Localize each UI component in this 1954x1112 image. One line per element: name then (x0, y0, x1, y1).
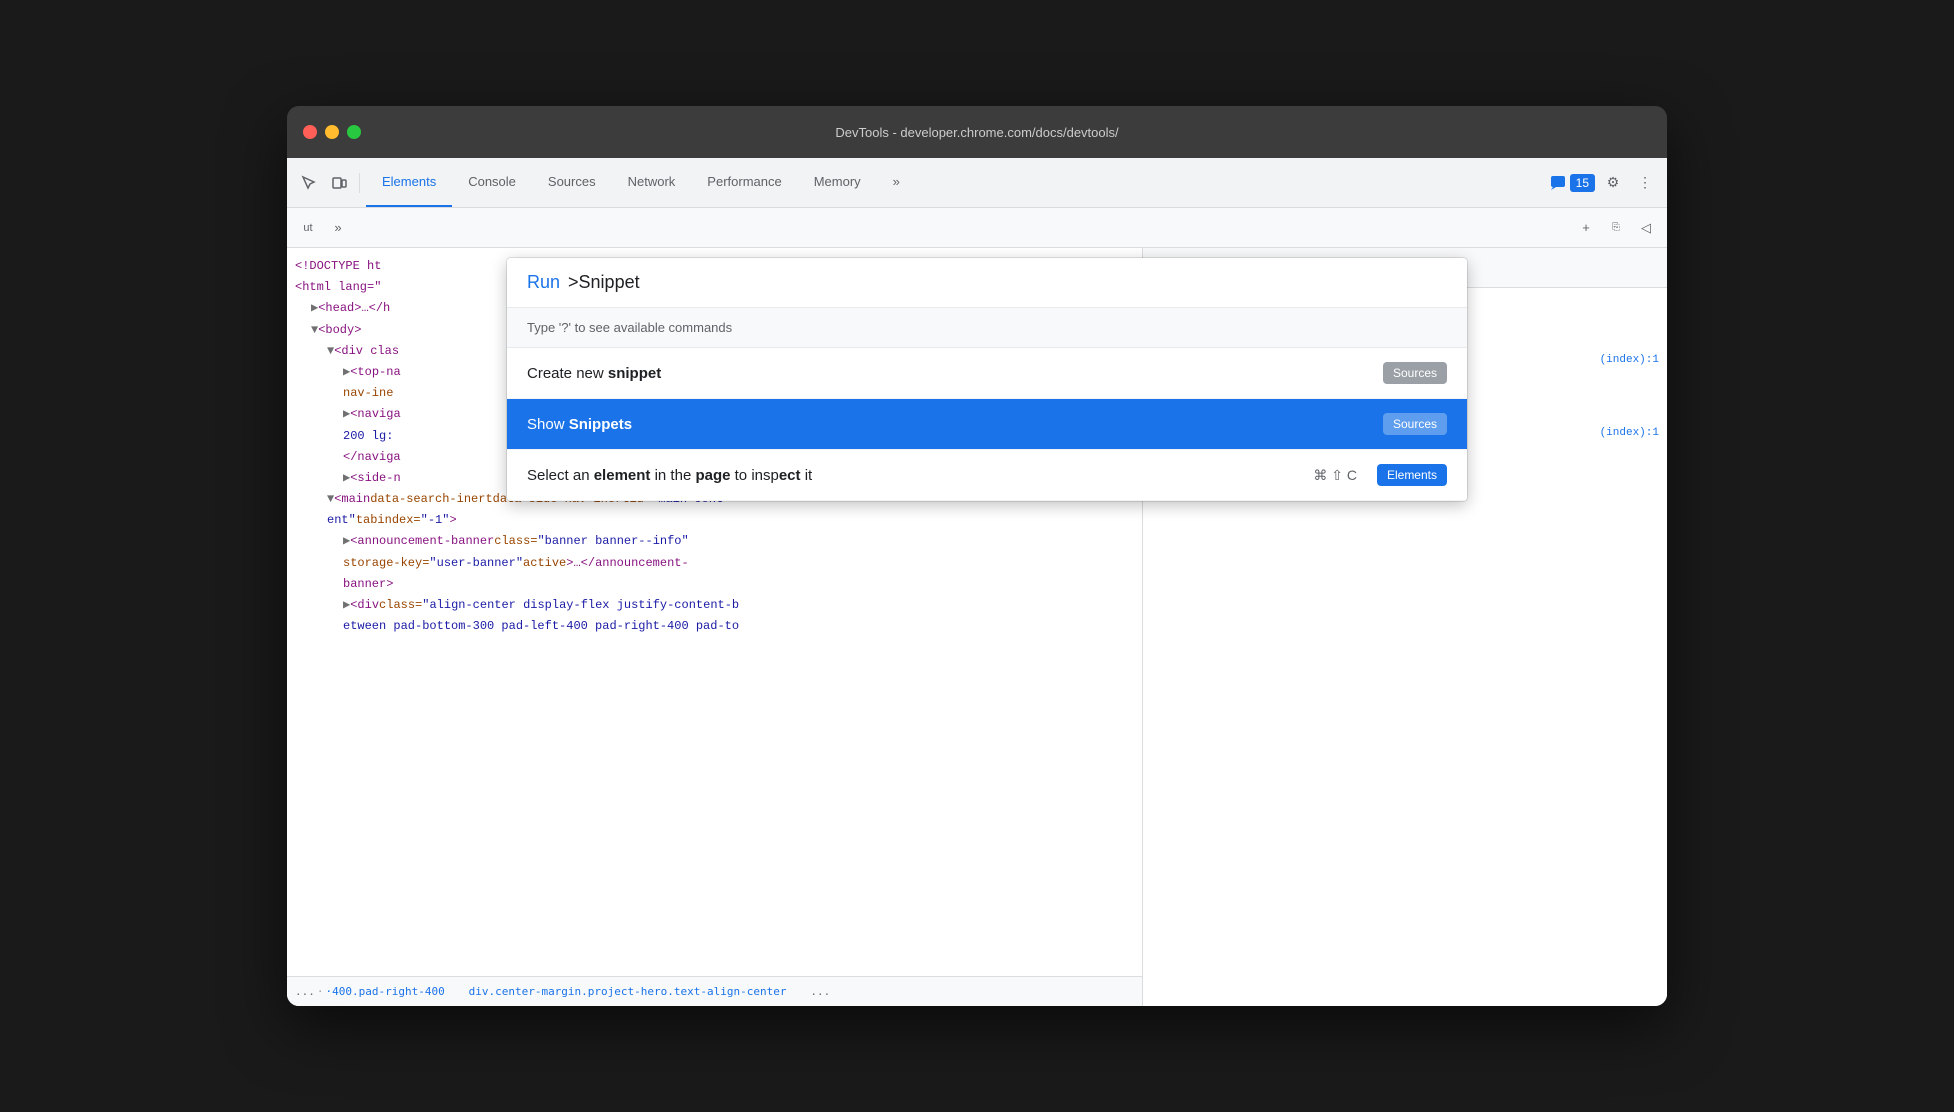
arrow-right-icon-3[interactable]: ▶ (343, 405, 350, 424)
minimize-button[interactable] (325, 125, 339, 139)
command-result-text-3: Select an element in the page to inspect… (527, 467, 812, 484)
main-toolbar: Elements Console Sources Network Perform… (287, 158, 1667, 208)
command-result-select-element[interactable]: Select an element in the page to inspect… (507, 450, 1467, 501)
more-menu-button[interactable]: ⋮ (1631, 169, 1659, 197)
tab-more[interactable]: » (877, 158, 916, 207)
traffic-lights (303, 125, 361, 139)
toolbar-right: 15 ⚙ ⋮ (1550, 169, 1659, 197)
chevron-right-button[interactable]: » (325, 215, 351, 241)
command-result-text-1: Create new snippet (527, 365, 661, 382)
notification-area: 15 (1550, 174, 1595, 192)
html-line-announcement-2: storage-key= "user-banner" active >…</an… (287, 553, 1142, 574)
title-bar: DevTools - developer.chrome.com/docs/dev… (287, 106, 1667, 158)
close-button[interactable] (303, 125, 317, 139)
inspect-element-button[interactable] (295, 169, 323, 197)
run-label: Run (527, 272, 560, 293)
window-title: DevTools - developer.chrome.com/docs/dev… (835, 125, 1118, 140)
command-result-create-snippet[interactable]: Create new snippet Sources (507, 348, 1467, 399)
command-palette-input-row: Run >Snippet (507, 258, 1467, 308)
tab-performance[interactable]: Performance (691, 158, 797, 207)
toggle-element-state-button[interactable]: ⎘ (1603, 215, 1629, 241)
arrow-right-icon-5[interactable]: ▶ (343, 532, 350, 551)
html-line-announcement-3: banner> (287, 574, 1142, 595)
arrow-right-icon-6[interactable]: ▶ (343, 596, 350, 615)
command-result-source-2: Sources (1383, 413, 1447, 435)
chat-icon (1550, 175, 1566, 191)
tab-memory[interactable]: Memory (798, 158, 877, 207)
breadcrumb-bar: ... · ·400.pad-right-400 div.center-marg… (287, 976, 1142, 1006)
command-palette-hint: Type '?' to see available commands (507, 308, 1467, 348)
arrow-right-icon[interactable]: ▶ (311, 299, 318, 318)
tab-network[interactable]: Network (612, 158, 692, 207)
arrow-down-icon-3[interactable]: ▼ (327, 490, 334, 509)
breadcrumb-item-1[interactable]: ·400.pad-right-400 (326, 985, 445, 998)
notification-badge: 15 (1570, 174, 1595, 192)
arrow-right-icon-2[interactable]: ▶ (343, 363, 350, 382)
breadcrumb-item-2[interactable]: div.center-margin.project-hero.text-alig… (469, 985, 787, 998)
add-style-button[interactable]: + (1573, 215, 1599, 241)
tab-sources[interactable]: Sources (532, 158, 612, 207)
html-line-div2-1: ▶ <div class= "align-center display-flex… (287, 595, 1142, 616)
html-line-main-2: ent" tabindex= "-1" > (287, 510, 1142, 531)
device-toolbar-button[interactable] (325, 169, 353, 197)
command-input-text[interactable]: >Snippet (568, 272, 640, 293)
maximize-button[interactable] (347, 125, 361, 139)
toolbar-divider (359, 173, 360, 193)
command-result-source-1: Sources (1383, 362, 1447, 384)
main-content: <!DOCTYPE ht <html lang=" ▶ <head>…</h ▼… (287, 248, 1667, 1006)
html-line-announcement-1: ▶ <announcement-banner class= "banner ba… (287, 531, 1142, 552)
arrow-down-icon-2[interactable]: ▼ (327, 342, 334, 361)
settings-button[interactable]: ⚙ (1599, 169, 1627, 197)
command-result-text-2: Show Snippets (527, 416, 632, 433)
devtools-container: Elements Console Sources Network Perform… (287, 158, 1667, 1006)
command-result-show-snippets[interactable]: Show Snippets Sources (507, 399, 1467, 450)
command-palette-results: Create new snippet Sources Show Snippets… (507, 348, 1467, 501)
tab-elements[interactable]: Elements (366, 158, 452, 207)
command-palette[interactable]: Run >Snippet Type '?' to see available c… (507, 258, 1467, 501)
command-shortcut-3: ⌘ ⇧ C (1313, 467, 1357, 484)
html-line-div2-2: etween pad-bottom-300 pad-left-400 pad-r… (287, 616, 1142, 637)
command-result-source-3: Elements (1377, 464, 1447, 486)
tab-bar: Elements Console Sources Network Perform… (366, 158, 916, 207)
node-screenshot-button[interactable]: ut (295, 215, 321, 241)
secondary-toolbar: ut » + ⎘ ◁ (287, 208, 1667, 248)
devtools-window: DevTools - developer.chrome.com/docs/dev… (287, 106, 1667, 1006)
arrow-down-icon[interactable]: ▼ (311, 321, 318, 340)
toggle-sidebar-button[interactable]: ◁ (1633, 215, 1659, 241)
arrow-right-icon-4[interactable]: ▶ (343, 469, 350, 488)
tab-console[interactable]: Console (452, 158, 532, 207)
